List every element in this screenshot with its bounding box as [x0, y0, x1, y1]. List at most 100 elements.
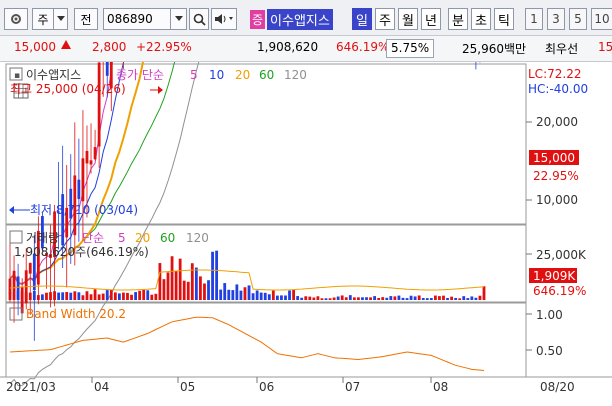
x-label-08: 08 — [433, 380, 448, 394]
volume-bar — [478, 295, 482, 300]
volume-bar — [275, 295, 279, 300]
volume-bar — [255, 290, 259, 300]
price-axis-10000: 10,000 — [536, 193, 578, 207]
volume-bar — [130, 294, 133, 300]
interval-button-1[interactable]: 1 — [525, 8, 543, 30]
volume-bar — [207, 280, 210, 300]
volume-bar — [162, 279, 166, 300]
volume-bar — [194, 267, 198, 300]
volume-bar — [199, 276, 202, 300]
volume-bar — [8, 292, 12, 300]
svg-text:▪: ▪ — [14, 71, 20, 81]
volume-bar — [69, 292, 73, 300]
volume-bar — [450, 296, 453, 300]
volume-bar — [97, 294, 101, 300]
volume-bar — [369, 297, 372, 300]
volume-axis-25000k: 25,000K — [536, 248, 587, 262]
volume-bar — [138, 290, 142, 300]
code-type-select[interactable]: 주 — [32, 8, 54, 30]
volume-bar — [203, 283, 206, 300]
view-mode-button[interactable]: 전 — [74, 8, 98, 30]
sound-icon[interactable] — [211, 8, 237, 30]
volume-bar — [113, 292, 117, 300]
toolbar: 주 전 086890 증 이수앱지스 일 주 월 년 분 초 틱 1 3 5 1… — [0, 0, 612, 36]
vol-ma60-label: 60 — [160, 231, 175, 245]
search-icon[interactable] — [189, 8, 209, 30]
interval-button-10[interactable]: 10 — [591, 8, 612, 30]
quote-bar: 15,000 2,800 +22.95% 1,908,620 646.19% 5… — [0, 36, 612, 62]
volume-bar — [251, 293, 255, 300]
vol-ma20-label: 20 — [135, 231, 150, 245]
volume-bar — [470, 296, 474, 300]
best-ask-label: 최우선 — [545, 42, 579, 56]
volume-legend-ma: 단순 — [82, 231, 104, 245]
volume-bar — [93, 289, 97, 300]
volume-bar — [300, 297, 304, 300]
volume-bar — [89, 294, 93, 300]
settings-icon[interactable] — [4, 8, 28, 30]
ma10-label: 10 — [209, 68, 224, 82]
volume-bar — [352, 297, 356, 300]
low-price-label: 최저 8,710 (03/04) — [30, 203, 138, 217]
period-tab-year[interactable]: 년 — [421, 8, 441, 30]
volume-bar — [312, 297, 316, 300]
volume-bar — [215, 250, 219, 300]
stock-chart[interactable]: ▪ 이수앱지스 종가 단순 5 10 20 60 120 최고 25,000 (… — [0, 62, 612, 406]
volume-bar — [409, 295, 413, 300]
volume-bar — [304, 296, 308, 300]
volume-bar — [24, 292, 28, 300]
volume-bar — [389, 296, 393, 300]
volume-bar — [247, 285, 251, 300]
volume-bar — [357, 297, 360, 300]
stock-code-input[interactable]: 086890 — [103, 8, 171, 30]
chevron-down-icon[interactable] — [54, 8, 68, 30]
volume-bar — [344, 297, 348, 300]
period-tab-minute[interactable]: 분 — [448, 8, 468, 30]
volume-bar — [332, 297, 336, 300]
volume-value: 1,908,620 — [257, 40, 319, 54]
volume-bar — [190, 263, 194, 300]
period-tab-second[interactable]: 초 — [471, 8, 491, 30]
vol-ma5-label: 5 — [118, 231, 126, 245]
volume-bar — [166, 272, 170, 300]
volume-bar — [433, 295, 437, 300]
x-label-06: 06 — [259, 380, 274, 394]
volume-bar — [446, 297, 449, 300]
hc-value: HC:-40.00 — [528, 82, 588, 96]
volume-bar — [12, 295, 16, 300]
x-label-04: 04 — [94, 380, 109, 394]
interval-button-3[interactable]: 3 — [547, 8, 565, 30]
candle-body — [8, 278, 12, 295]
volume-bar — [474, 297, 478, 300]
volume-bar — [381, 297, 385, 300]
volume-bar — [280, 295, 283, 300]
volume-bar — [57, 292, 61, 300]
period-tab-month[interactable]: 월 — [398, 8, 418, 30]
volume-bar — [417, 295, 421, 300]
volume-bar — [53, 291, 56, 300]
period-tab-tick[interactable]: 틱 — [494, 8, 514, 30]
interval-button-5[interactable]: 5 — [569, 8, 587, 30]
price-legend-ma: 종가 단순 — [116, 68, 164, 82]
ma60-label: 60 — [259, 68, 274, 82]
volume-bar — [154, 293, 158, 300]
stock-name-display[interactable]: 증 이수앱지스 — [250, 8, 346, 30]
volume-bar — [16, 290, 20, 300]
volume-bar — [134, 292, 137, 300]
volume-bar — [385, 297, 389, 300]
volume-bar — [271, 290, 275, 300]
candle-body — [61, 194, 65, 246]
period-tab-day[interactable]: 일 — [352, 8, 372, 30]
period-tab-week[interactable]: 주 — [375, 8, 395, 30]
volume-bar — [413, 296, 417, 300]
candle-body — [97, 62, 101, 147]
volume-bar — [425, 298, 429, 300]
volume-bar — [142, 289, 146, 300]
chevron-down-icon[interactable] — [171, 8, 187, 30]
volume-bar — [393, 296, 397, 300]
volume-bar — [146, 290, 150, 300]
trade-amount: 25,960백만 — [462, 42, 527, 56]
current-volume-axis: 1,909K — [533, 269, 576, 283]
candle-body — [105, 62, 109, 76]
volume-bar — [328, 298, 332, 300]
